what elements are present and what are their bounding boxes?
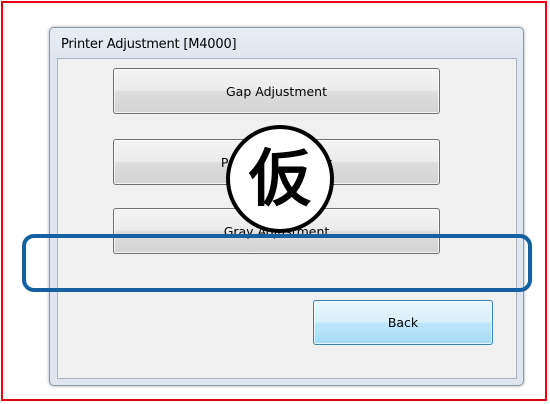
gap-adjustment-button[interactable]: Gap Adjustment (113, 68, 440, 114)
provisional-stamp: 仮 (226, 125, 334, 233)
dialog-title: Printer Adjustment [M4000] (61, 37, 237, 52)
gray-adjustment-highlight-outline (22, 234, 532, 292)
dialog-titlebar[interactable]: Printer Adjustment [M4000] (50, 28, 523, 58)
back-button[interactable]: Back (313, 300, 493, 345)
screenshot-page: Printer Adjustment [M4000] Gap Adjustmen… (0, 0, 550, 404)
